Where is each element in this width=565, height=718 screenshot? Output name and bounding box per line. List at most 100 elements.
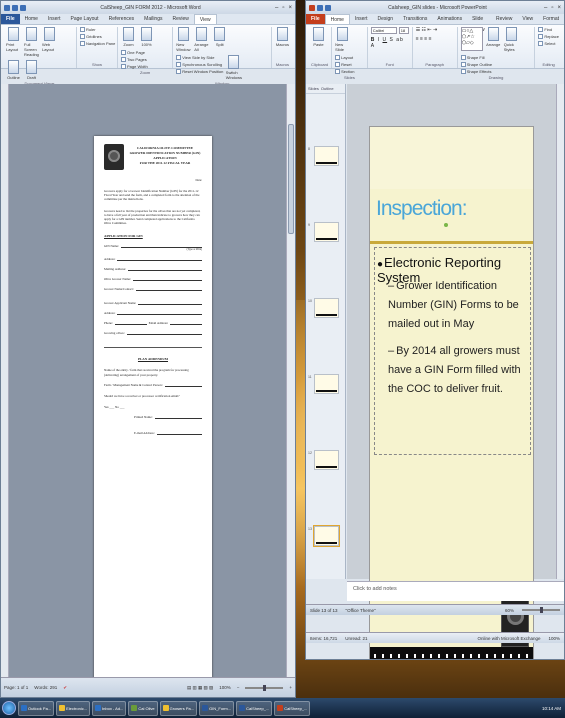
navigation-pane-checkbox[interactable]: Navigation Pane bbox=[79, 41, 115, 46]
list-buttons[interactable]: ☰ ☷ ⇤ ⇥ bbox=[416, 27, 438, 33]
synchronous-scrolling-button[interactable]: Synchronous Scrolling bbox=[176, 62, 223, 67]
taskbar-item[interactable]: Cal Olive bbox=[128, 700, 158, 716]
ppt-zoom-slider[interactable] bbox=[522, 607, 560, 613]
tab-design[interactable]: Design bbox=[372, 14, 398, 24]
ppt-zoom-level[interactable]: 60% bbox=[505, 608, 514, 613]
two-pages-button[interactable]: Two Pages bbox=[120, 57, 148, 62]
view-side-by-side-button[interactable]: View Side by Side bbox=[176, 55, 223, 60]
slide-thumbnail[interactable]: 12 bbox=[308, 450, 339, 470]
tab-home[interactable]: Home bbox=[20, 14, 43, 24]
undo-icon[interactable] bbox=[325, 4, 331, 11]
tab-transitions[interactable]: Transitions bbox=[398, 14, 432, 24]
document-area[interactable]: CALIFORNIA OLIVE COMMITTEE GROWER IDENTI… bbox=[1, 84, 295, 681]
reset-window-position-button[interactable]: Reset Window Position bbox=[176, 69, 223, 74]
reset-button[interactable]: Reset bbox=[335, 62, 354, 67]
tab-insert[interactable]: Insert bbox=[43, 14, 66, 24]
paste-button[interactable]: Paste bbox=[311, 27, 326, 47]
close-icon[interactable]: × bbox=[288, 5, 292, 11]
tab-review[interactable]: Review bbox=[168, 14, 194, 24]
zoom-out-icon[interactable]: − bbox=[237, 685, 240, 690]
switch-windows-button[interactable]: Switch Windows bbox=[226, 55, 242, 80]
draft-button[interactable]: Draft bbox=[24, 60, 39, 80]
tab-review[interactable]: Review bbox=[491, 14, 517, 24]
arrange-button[interactable]: Arrange bbox=[486, 27, 501, 47]
font-size-select[interactable]: 18 bbox=[398, 27, 409, 34]
split-button[interactable]: Split bbox=[212, 27, 227, 47]
taskbar-item[interactable]: CalSheep_... bbox=[236, 700, 273, 716]
zoom-button[interactable]: Zoom bbox=[121, 27, 136, 47]
slide-thumbnail[interactable]: 8 bbox=[308, 146, 339, 166]
maximize-icon[interactable]: ▫ bbox=[551, 5, 553, 11]
current-slide[interactable]: Inspection: Electronic Reporting System … bbox=[369, 126, 534, 659]
slide-thumbnail-selected[interactable]: 13 bbox=[308, 525, 340, 547]
zoom-slider[interactable] bbox=[245, 684, 284, 691]
print-layout-button[interactable]: Print Layout bbox=[6, 27, 21, 52]
select-button[interactable]: Select bbox=[538, 41, 555, 46]
font-name-select[interactable]: Calibri bbox=[370, 27, 397, 34]
web-layout-button[interactable]: Web Layout bbox=[42, 27, 57, 52]
gridlines-checkbox[interactable]: Gridlines bbox=[79, 34, 102, 39]
outline-button[interactable]: Outline bbox=[6, 60, 21, 80]
taskbar-item[interactable]: CalSheep_... bbox=[274, 700, 311, 716]
tab-outline[interactable]: Outline bbox=[321, 86, 334, 91]
maximize-icon[interactable]: ▫ bbox=[282, 5, 284, 11]
slide-title[interactable]: Inspection: bbox=[376, 197, 468, 221]
taskbar-item[interactable]: Growers Pa... bbox=[159, 700, 198, 716]
tab-slide-show[interactable]: Slide Show bbox=[467, 14, 491, 33]
zoom-100-button[interactable]: 100% bbox=[139, 27, 154, 47]
taskbar-item[interactable]: Inbox - Ad... bbox=[92, 700, 127, 716]
page-count[interactable]: Page: 1 of 1 bbox=[4, 685, 28, 690]
tab-view[interactable]: View bbox=[517, 14, 538, 24]
taskbar-item[interactable]: Electronic... bbox=[56, 700, 91, 716]
tab-slides[interactable]: Slides bbox=[308, 86, 319, 91]
scrollbar-thumb[interactable] bbox=[288, 124, 294, 234]
shape-fill-button[interactable]: Shape Fill bbox=[460, 55, 492, 60]
system-clock[interactable]: 10:14 AM bbox=[542, 706, 563, 711]
macros-button[interactable]: Macros bbox=[275, 27, 290, 47]
tab-insert[interactable]: Insert bbox=[350, 14, 373, 24]
tab-view[interactable]: View bbox=[193, 14, 217, 24]
taskbar-item[interactable]: GIN_Form... bbox=[199, 700, 235, 716]
quick-styles-button[interactable]: Quick Styles bbox=[504, 27, 519, 52]
zoom-level[interactable]: 100% bbox=[219, 685, 231, 690]
outlook-zoom[interactable]: 100% bbox=[548, 636, 560, 641]
minimize-icon[interactable]: – bbox=[544, 5, 547, 11]
font-format-buttons[interactable]: B I U S ab A bbox=[371, 37, 409, 49]
slide-vertical-scrollbar[interactable] bbox=[556, 84, 564, 579]
save-icon[interactable] bbox=[12, 4, 18, 11]
tab-home[interactable]: Home bbox=[324, 14, 350, 24]
new-slide-button[interactable]: New Slide bbox=[335, 27, 350, 52]
word-app-icon[interactable] bbox=[4, 4, 10, 11]
tab-animations[interactable]: Animations bbox=[432, 14, 467, 24]
start-button[interactable] bbox=[2, 701, 16, 715]
tab-format[interactable]: Format bbox=[538, 14, 564, 24]
minimize-icon[interactable]: – bbox=[275, 5, 278, 11]
close-icon[interactable]: × bbox=[557, 5, 561, 11]
rotation-handle[interactable] bbox=[444, 223, 448, 227]
layout-button[interactable]: Layout bbox=[335, 55, 354, 60]
word-count[interactable]: Words: 291 bbox=[34, 685, 57, 690]
connection-status[interactable]: Online with Microsoft Exchange bbox=[477, 636, 540, 641]
spelling-icon[interactable]: ✔ bbox=[63, 685, 67, 691]
slide-thumbnail[interactable]: 10 bbox=[308, 298, 339, 318]
tab-file[interactable]: File bbox=[1, 14, 20, 24]
new-window-button[interactable]: New Window bbox=[176, 27, 191, 52]
shapes-gallery[interactable]: ▭○△ ⬠↗☆ ⬡▱◇ bbox=[460, 27, 483, 51]
slide-thumbnail[interactable]: 9 bbox=[308, 222, 339, 242]
tab-page-layout[interactable]: Page Layout bbox=[65, 14, 103, 24]
tab-mailings[interactable]: Mailings bbox=[139, 14, 167, 24]
ppt-app-icon[interactable] bbox=[309, 4, 315, 11]
undo-icon[interactable] bbox=[20, 4, 26, 11]
arrange-all-button[interactable]: Arrange All bbox=[194, 27, 209, 52]
document-page[interactable]: CALIFORNIA OLIVE COMMITTEE GROWER IDENTI… bbox=[94, 136, 212, 681]
shape-outline-button[interactable]: Shape Outline bbox=[460, 62, 492, 67]
align-buttons[interactable]: ≡ ≡ ≡ ≡ bbox=[416, 36, 432, 42]
ruler-checkbox[interactable]: Ruler bbox=[79, 27, 96, 32]
view-buttons[interactable]: ▤ ▥ ▦ ▧ ▨ bbox=[187, 685, 213, 691]
slide-thumbnail[interactable]: 11 bbox=[308, 374, 339, 394]
save-icon[interactable] bbox=[317, 4, 323, 11]
find-button[interactable]: Find bbox=[538, 27, 552, 32]
tab-file[interactable]: File bbox=[306, 14, 325, 24]
tab-references[interactable]: References bbox=[104, 14, 140, 24]
taskbar-item[interactable]: Outlook Pa... bbox=[18, 700, 55, 716]
